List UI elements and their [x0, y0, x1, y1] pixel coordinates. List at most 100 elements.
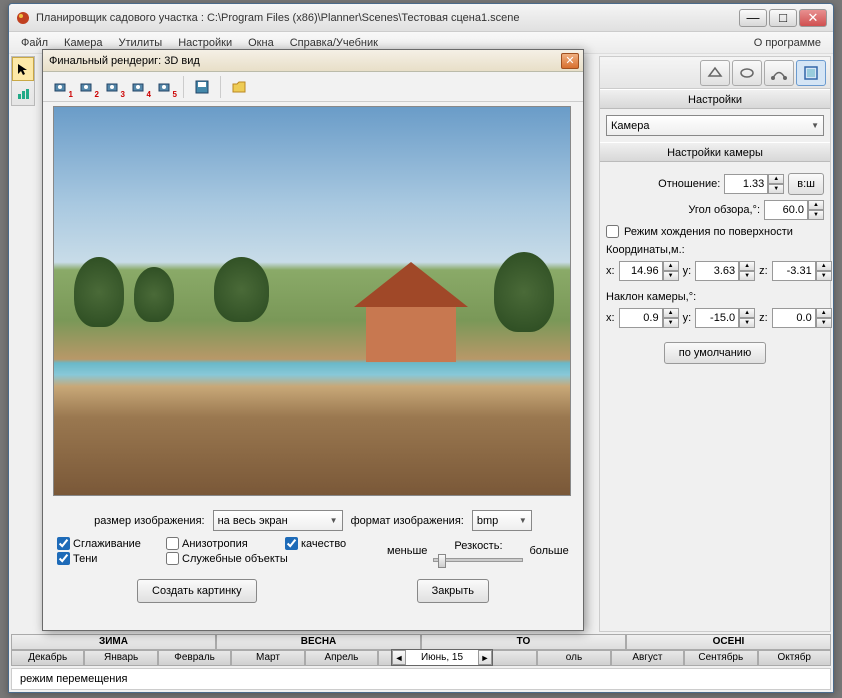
ratio-spinner[interactable]: ▲▼: [724, 174, 784, 194]
coord-y-spinner[interactable]: ▲▼: [695, 261, 755, 281]
pointer-tool[interactable]: [12, 57, 34, 81]
ratio-mode-button[interactable]: в:ш: [788, 173, 824, 195]
season-spring[interactable]: ВЕСНА: [216, 634, 421, 650]
month-mar[interactable]: Март: [231, 650, 304, 666]
month-sep[interactable]: Сентябрь: [684, 650, 757, 666]
spin-up-icon[interactable]: ▲: [663, 308, 679, 318]
spin-down-icon[interactable]: ▼: [739, 318, 755, 328]
season-summer[interactable]: ТО: [421, 634, 626, 650]
image-size-value: на весь экран: [218, 515, 288, 527]
spin-up-icon[interactable]: ▲: [663, 261, 679, 271]
coord-z-input[interactable]: [772, 261, 816, 281]
walk-mode-label: Режим хождения по поверхности: [624, 226, 793, 238]
spin-down-icon[interactable]: ▼: [816, 318, 832, 328]
spin-up-icon[interactable]: ▲: [816, 261, 832, 271]
camera-preset-2[interactable]: 2: [75, 75, 99, 99]
maximize-button[interactable]: □: [769, 9, 797, 27]
status-mode: режим перемещения: [20, 673, 127, 685]
tool-camera-settings[interactable]: [796, 60, 826, 86]
default-button[interactable]: по умолчанию: [664, 342, 766, 364]
tool-path[interactable]: [764, 60, 794, 86]
coord-x-input[interactable]: [619, 261, 663, 281]
spin-down-icon[interactable]: ▼: [768, 184, 784, 194]
timeline: ЗИМА ВЕСНА ТО ОСЕНІ Декабрь Январь Февра…: [11, 634, 831, 666]
fov-spinner[interactable]: ▲▼: [764, 200, 824, 220]
coords-label: Координаты,м.:: [606, 244, 824, 256]
season-winter[interactable]: ЗИМА: [11, 634, 216, 650]
coord-x-spinner[interactable]: ▲▼: [619, 261, 679, 281]
fov-input[interactable]: [764, 200, 808, 220]
month-aug[interactable]: Август: [611, 650, 684, 666]
month-oct[interactable]: Октябр: [758, 650, 831, 666]
spin-up-icon[interactable]: ▲: [768, 174, 784, 184]
spin-up-icon[interactable]: ▲: [808, 200, 824, 210]
spin-up-icon[interactable]: ▲: [739, 261, 755, 271]
dialog-close-btn[interactable]: Закрыть: [417, 579, 489, 603]
month-feb[interactable]: Февраль: [158, 650, 231, 666]
walk-mode-checkbox[interactable]: [606, 225, 619, 238]
antialias-label: Сглаживание: [73, 538, 141, 550]
aniso-checkbox[interactable]: [166, 537, 179, 550]
tilt-z-input[interactable]: [772, 308, 816, 328]
month-apr[interactable]: Апрель: [305, 650, 378, 666]
spin-down-icon[interactable]: ▼: [663, 318, 679, 328]
spin-down-icon[interactable]: ▼: [816, 271, 832, 281]
quality-checkbox[interactable]: [285, 537, 298, 550]
chevron-down-icon: ▼: [519, 516, 527, 525]
create-image-button[interactable]: Создать картинку: [137, 579, 257, 603]
spin-down-icon[interactable]: ▼: [739, 271, 755, 281]
spin-up-icon[interactable]: ▲: [816, 308, 832, 318]
save-icon[interactable]: [190, 75, 214, 99]
menu-about[interactable]: О программе: [746, 34, 829, 52]
z-label: z:: [759, 265, 768, 277]
date-prev-icon[interactable]: ◄: [392, 650, 406, 665]
dialog-close-button[interactable]: ✕: [561, 53, 579, 69]
sharpness-slider[interactable]: [433, 558, 523, 562]
tilt-x-input[interactable]: [619, 308, 663, 328]
service-objects-checkbox[interactable]: [166, 552, 179, 565]
season-autumn[interactable]: ОСЕНІ: [626, 634, 831, 650]
tool-objects[interactable]: [732, 60, 762, 86]
chart-tool[interactable]: [12, 81, 34, 105]
tilt-x-spinner[interactable]: ▲▼: [619, 308, 679, 328]
ratio-input[interactable]: [724, 174, 768, 194]
tilt-z-spinner[interactable]: ▲▼: [772, 308, 832, 328]
chevron-down-icon: ▼: [811, 121, 819, 130]
image-format-dropdown[interactable]: bmp▼: [472, 510, 532, 531]
date-picker[interactable]: ◄ Июнь, 15 ►: [391, 649, 493, 666]
minimize-button[interactable]: —: [739, 9, 767, 27]
z-label: z:: [759, 312, 768, 324]
spin-down-icon[interactable]: ▼: [808, 210, 824, 220]
sharpness-less-label: меньше: [387, 545, 427, 557]
tilt-y-spinner[interactable]: ▲▼: [695, 308, 755, 328]
slider-thumb[interactable]: [438, 554, 446, 568]
camera-preset-5[interactable]: 5: [153, 75, 177, 99]
camera-settings-header: Настройки камеры: [600, 142, 830, 162]
image-size-dropdown[interactable]: на весь экран▼: [213, 510, 343, 531]
date-next-icon[interactable]: ►: [478, 650, 492, 665]
spin-down-icon[interactable]: ▼: [663, 271, 679, 281]
camera-preset-1[interactable]: 1: [49, 75, 73, 99]
tilt-y-input[interactable]: [695, 308, 739, 328]
antialias-checkbox[interactable]: [57, 537, 70, 550]
settings-category-dropdown[interactable]: Камера▼: [606, 115, 824, 136]
coord-y-input[interactable]: [695, 261, 739, 281]
month-jan[interactable]: Январь: [84, 650, 157, 666]
camera-preset-4[interactable]: 4: [127, 75, 151, 99]
coord-z-spinner[interactable]: ▲▼: [772, 261, 832, 281]
service-objects-label: Служебные объекты: [182, 553, 288, 565]
dialog-titlebar[interactable]: Финальный рендериг: 3D вид ✕: [43, 50, 583, 72]
fov-label: Угол обзора,°:: [688, 204, 760, 216]
sharpness-label: Резкость:: [433, 540, 523, 552]
month-jul[interactable]: оль: [537, 650, 610, 666]
shadows-checkbox[interactable]: [57, 552, 70, 565]
camera-preset-3[interactable]: 3: [101, 75, 125, 99]
month-dec[interactable]: Декабрь: [11, 650, 84, 666]
folder-icon[interactable]: [227, 75, 251, 99]
x-label: x:: [606, 265, 615, 277]
close-button[interactable]: ✕: [799, 9, 827, 27]
tool-scene[interactable]: [700, 60, 730, 86]
ratio-label: Отношение:: [658, 178, 720, 190]
titlebar: Планировщик садового участка : C:\Progra…: [9, 4, 833, 32]
spin-up-icon[interactable]: ▲: [739, 308, 755, 318]
